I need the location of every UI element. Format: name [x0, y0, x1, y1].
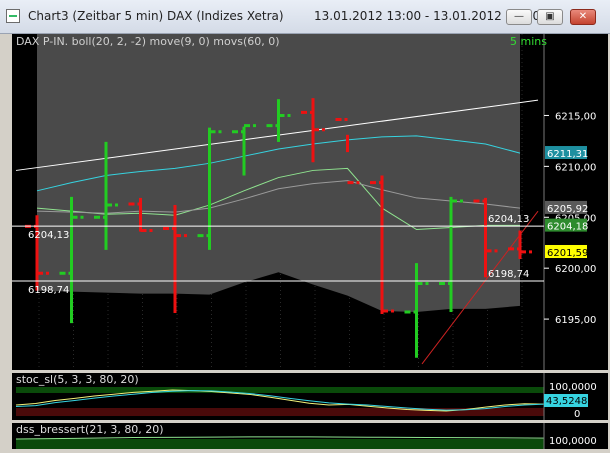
- price-tick-label: 6215,00: [555, 111, 596, 122]
- hline-label-right: 6204,13: [488, 214, 529, 225]
- dss-label: dss_bressert(21, 3, 80, 20): [16, 423, 164, 436]
- dss-overbought-zone: [16, 439, 544, 449]
- timeframe-label: 5 mins: [510, 35, 547, 48]
- price-tag-text: 6201,59: [547, 248, 588, 259]
- hline-label-left: 6204,13: [28, 230, 69, 241]
- chart-window[interactable]: 6215,006210,006205,006200,006195,00 6204…: [12, 17, 608, 449]
- minimize-button[interactable]: —: [506, 9, 532, 25]
- hline-label-left: 6198,74: [28, 285, 69, 296]
- price-chart-svg[interactable]: 6215,006210,006205,006200,006195,00 6204…: [12, 17, 608, 449]
- stoch-axis-bottom: 0: [574, 409, 580, 420]
- close-button[interactable]: ✕: [570, 9, 596, 25]
- price-tick-label: 6195,00: [555, 315, 596, 326]
- bollinger-band: [37, 17, 520, 312]
- stoch-overbought-zone: [16, 387, 544, 393]
- price-tick-label: 6210,00: [555, 162, 596, 173]
- main-indicator-label: DAX P-IN. boll(20, 2, -2) move(9, 0) mov…: [16, 35, 280, 48]
- stoch-axis-top: 100,0000: [549, 382, 597, 393]
- price-tag-text: 6204,18: [547, 222, 588, 233]
- price-tag-text: 6205,92: [547, 204, 588, 215]
- window-title: Chart3 (Zeitbar 5 min) DAX (Indizes Xetr…: [28, 9, 284, 23]
- price-tag-text: 6211,31: [547, 149, 588, 160]
- restore-button[interactable]: ▣: [537, 9, 563, 25]
- window-titlebar: Chart3 (Zeitbar 5 min) DAX (Indizes Xetr…: [0, 0, 610, 34]
- stoch-label: stoc_sl(5, 3, 3, 80, 20): [16, 373, 139, 386]
- dss-axis-top: 100,0000: [549, 436, 597, 447]
- hline-label-right: 6198,74: [488, 269, 529, 280]
- price-tick-label: 6200,00: [555, 264, 596, 275]
- stoch-value-tag: 43,5248: [546, 396, 587, 407]
- chart-app-icon: [6, 9, 20, 23]
